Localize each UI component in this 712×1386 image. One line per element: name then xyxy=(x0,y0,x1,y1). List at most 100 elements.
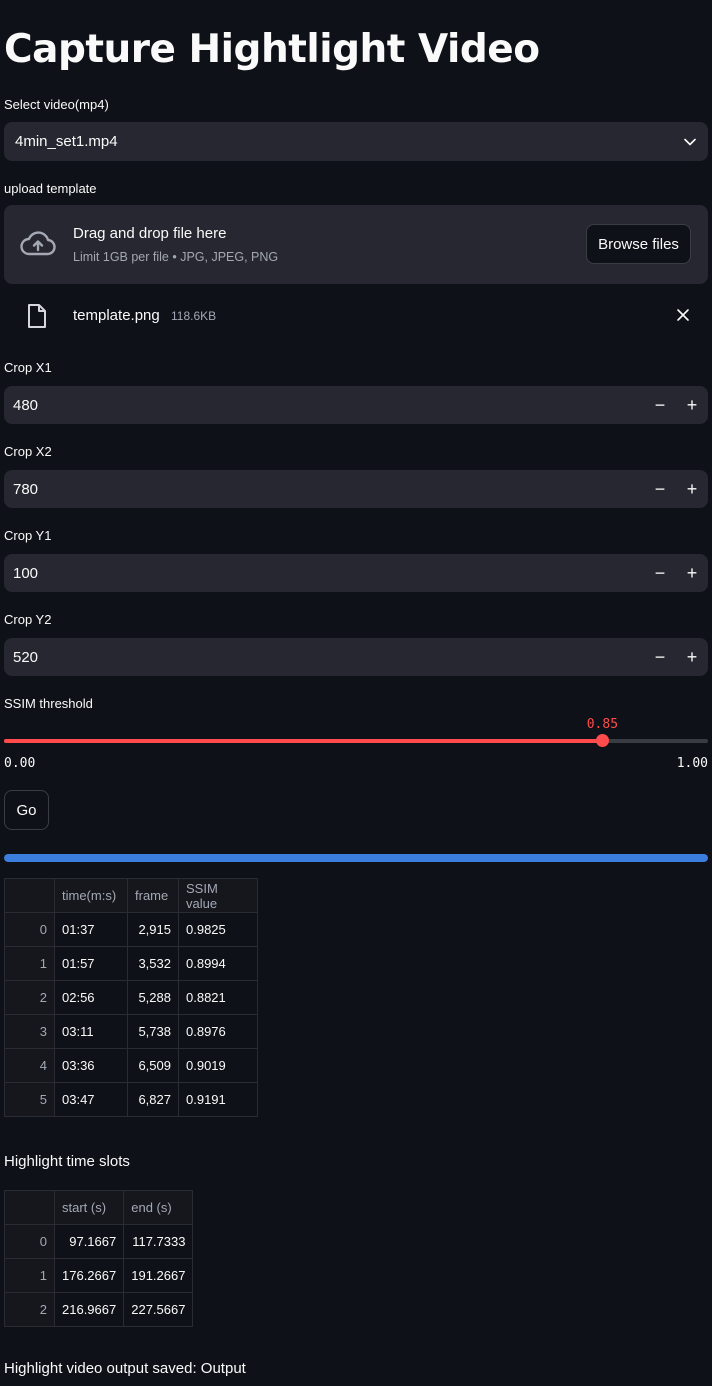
close-icon[interactable] xyxy=(676,308,690,322)
row-index: 1 xyxy=(4,1258,55,1293)
slider-min-value: 0.00 xyxy=(4,756,36,771)
page-title: Capture Hightlight Video xyxy=(4,27,540,72)
cloud-upload-icon xyxy=(20,231,56,256)
slots-heading: Highlight time slots xyxy=(4,1153,130,1170)
time-cell: 02:56 xyxy=(54,980,128,1015)
table-row: 3 03:11 5,738 0.8976 xyxy=(4,1014,258,1049)
frame-cell: 5,738 xyxy=(127,1014,179,1049)
row-index: 1 xyxy=(4,946,55,981)
slots-table: start (s) end (s) 0 97.1667 117.7333 1 1… xyxy=(4,1190,194,1327)
frame-cell: 5,288 xyxy=(127,980,179,1015)
start-cell: 97.1667 xyxy=(53,1224,125,1259)
decrement-button[interactable]: − xyxy=(644,470,676,508)
crop-y2-value[interactable]: 520 xyxy=(4,649,644,666)
video-select[interactable]: 4min_set1.mp4 xyxy=(4,122,708,161)
frame-cell: 6,509 xyxy=(127,1048,179,1083)
results-table: time(m:s) frame SSIM value 0 01:37 2,915… xyxy=(4,878,258,1117)
table-row: 1 01:57 3,532 0.8994 xyxy=(4,946,258,981)
app-page: Capture Hightlight Video Select video(mp… xyxy=(0,0,712,1386)
slider-max-value: 1.00 xyxy=(676,756,708,771)
column-header: time(m:s) xyxy=(54,878,128,913)
end-cell: 191.2667 xyxy=(123,1258,194,1293)
table-row: 0 01:37 2,915 0.9825 xyxy=(4,912,258,947)
ssim-cell: 0.8821 xyxy=(178,980,258,1015)
crop-x1-label: Crop X1 xyxy=(4,360,52,375)
ssim-slider-label: SSIM threshold xyxy=(4,696,93,711)
slider-thumb[interactable] xyxy=(595,734,609,747)
slider-current-value: 0.85 xyxy=(586,717,619,732)
ssim-cell: 0.9019 xyxy=(178,1048,258,1083)
time-cell: 03:47 xyxy=(54,1082,128,1117)
time-cell: 03:36 xyxy=(54,1048,128,1083)
crop-x2-input[interactable]: 780 − + xyxy=(4,470,708,508)
row-index: 0 xyxy=(4,1224,55,1259)
chevron-down-icon xyxy=(684,138,696,145)
output-message: Highlight video output saved: Output xyxy=(4,1360,246,1377)
table-header-row: start (s) end (s) xyxy=(4,1190,194,1225)
progress-bar xyxy=(4,854,708,862)
column-header: SSIM value xyxy=(178,878,258,913)
crop-x2-label: Crop X2 xyxy=(4,444,52,459)
table-row: 5 03:47 6,827 0.9191 xyxy=(4,1082,258,1117)
file-size: 118.6KB xyxy=(171,309,217,323)
index-header xyxy=(4,1190,55,1225)
increment-button[interactable]: + xyxy=(676,470,708,508)
time-cell: 01:37 xyxy=(54,912,128,947)
increment-button[interactable]: + xyxy=(676,638,708,676)
index-header xyxy=(4,878,55,913)
increment-button[interactable]: + xyxy=(676,386,708,424)
table-row: 4 03:36 6,509 0.9019 xyxy=(4,1048,258,1083)
time-cell: 01:57 xyxy=(54,946,128,981)
video-select-value: 4min_set1.mp4 xyxy=(15,133,118,150)
dropzone-instructions: Drag and drop file here xyxy=(73,225,227,242)
decrement-button[interactable]: − xyxy=(644,554,676,592)
file-name: template.png xyxy=(73,307,160,324)
crop-y1-label: Crop Y1 xyxy=(4,528,52,543)
uploader-label: upload template xyxy=(4,181,97,196)
crop-y2-input[interactable]: 520 − + xyxy=(4,638,708,676)
column-header: frame xyxy=(127,878,179,913)
uploaded-file: template.png 118.6KB xyxy=(4,297,708,335)
table-header-row: time(m:s) frame SSIM value xyxy=(4,878,258,913)
row-index: 5 xyxy=(4,1082,55,1117)
row-index: 4 xyxy=(4,1048,55,1083)
ssim-cell: 0.9825 xyxy=(178,912,258,947)
ssim-slider[interactable] xyxy=(4,734,708,747)
crop-y1-input[interactable]: 100 − + xyxy=(4,554,708,592)
column-header: start (s) xyxy=(53,1190,125,1225)
progress-fill xyxy=(4,854,708,862)
go-button[interactable]: Go xyxy=(4,790,49,830)
start-cell: 216.9667 xyxy=(53,1292,125,1327)
row-index: 2 xyxy=(4,1292,55,1327)
crop-x2-value[interactable]: 780 xyxy=(4,481,644,498)
table-row: 2 216.9667 227.5667 xyxy=(4,1292,194,1327)
frame-cell: 2,915 xyxy=(127,912,179,947)
table-row: 1 176.2667 191.2667 xyxy=(4,1258,194,1293)
ssim-cell: 0.9191 xyxy=(178,1082,258,1117)
crop-y2-label: Crop Y2 xyxy=(4,612,52,627)
file-dropzone[interactable]: Drag and drop file here Limit 1GB per fi… xyxy=(4,205,708,284)
dropzone-limit: Limit 1GB per file • JPG, JPEG, PNG xyxy=(73,250,279,264)
frame-cell: 3,532 xyxy=(127,946,179,981)
column-header: end (s) xyxy=(123,1190,194,1225)
decrement-button[interactable]: − xyxy=(644,386,676,424)
increment-button[interactable]: + xyxy=(676,554,708,592)
table-row: 2 02:56 5,288 0.8821 xyxy=(4,980,258,1015)
end-cell: 117.7333 xyxy=(123,1224,194,1259)
time-cell: 03:11 xyxy=(54,1014,128,1049)
file-icon xyxy=(28,304,46,328)
browse-files-button[interactable]: Browse files xyxy=(586,224,691,264)
table-row: 0 97.1667 117.7333 xyxy=(4,1224,194,1259)
row-index: 2 xyxy=(4,980,55,1015)
ssim-cell: 0.8994 xyxy=(178,946,258,981)
frame-cell: 6,827 xyxy=(127,1082,179,1117)
start-cell: 176.2667 xyxy=(53,1258,125,1293)
crop-x1-input[interactable]: 480 − + xyxy=(4,386,708,424)
crop-x1-value[interactable]: 480 xyxy=(4,397,644,414)
crop-y1-value[interactable]: 100 xyxy=(4,565,644,582)
slider-fill xyxy=(4,739,603,743)
row-index: 0 xyxy=(4,912,55,947)
ssim-cell: 0.8976 xyxy=(178,1014,258,1049)
decrement-button[interactable]: − xyxy=(644,638,676,676)
row-index: 3 xyxy=(4,1014,55,1049)
